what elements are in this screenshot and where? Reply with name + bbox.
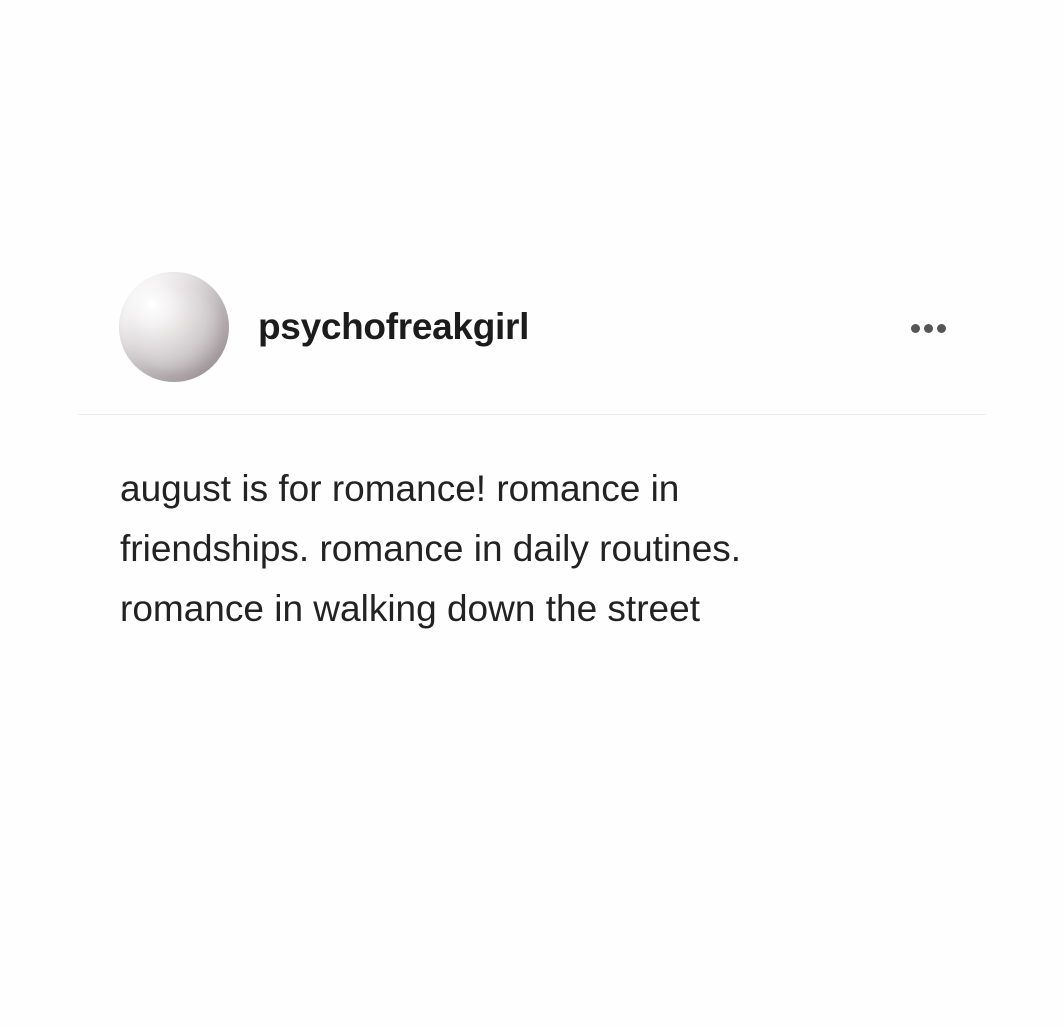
more-options-icon bbox=[923, 323, 933, 333]
more-options-icon bbox=[910, 323, 920, 333]
avatar[interactable] bbox=[119, 272, 229, 382]
post-header: psychofreakgirl bbox=[78, 268, 986, 415]
more-options-button[interactable] bbox=[900, 314, 956, 342]
post-card: psychofreakgirl august is for romance! r… bbox=[78, 268, 986, 639]
post-body: august is for romance! romance in friend… bbox=[78, 415, 986, 639]
more-options-icon bbox=[936, 323, 946, 333]
post-text: august is for romance! romance in friend… bbox=[120, 468, 742, 629]
username-link[interactable]: psychofreakgirl bbox=[258, 306, 529, 348]
